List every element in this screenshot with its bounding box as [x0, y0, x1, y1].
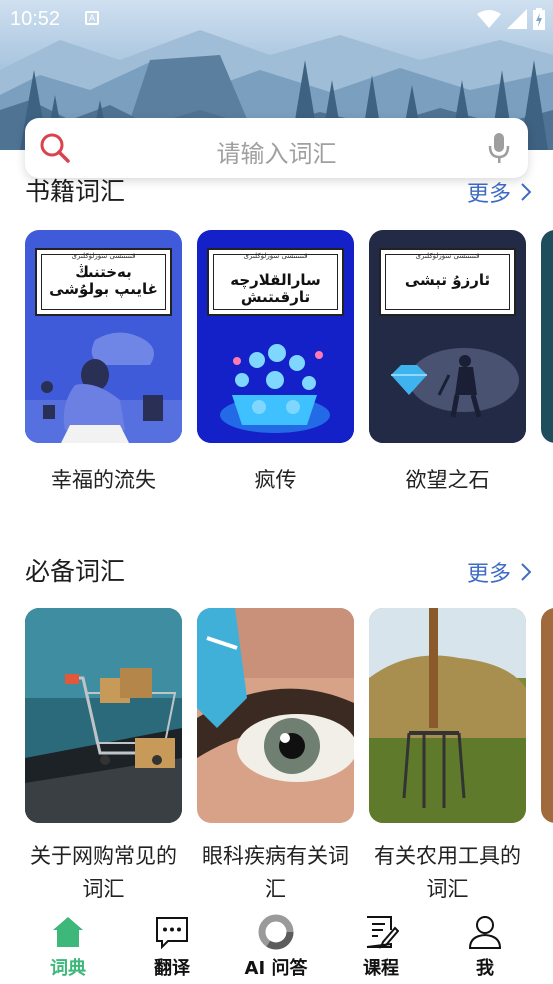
- wifi-icon: [477, 10, 501, 28]
- nav-item-me[interactable]: 我: [445, 914, 525, 980]
- more-link-books[interactable]: 更多: [467, 176, 531, 208]
- more-link-essential[interactable]: 更多: [467, 556, 531, 588]
- app-notification-icon: A: [85, 11, 99, 25]
- status-bar: 10:52 A: [0, 0, 553, 38]
- book-cover-illustration-diamond-digger: [369, 325, 526, 443]
- nav-item-dictionary[interactable]: 词典: [28, 914, 108, 980]
- chat-bubble-icon: [156, 917, 188, 950]
- nav-label: 课程: [363, 958, 399, 979]
- nav-label: AI 问答: [244, 958, 308, 979]
- book-card-3[interactable]: قىنىتىشى سۆزلۈكلىرى ئارزۇ تېشى: [369, 230, 526, 443]
- status-icons: [477, 8, 545, 30]
- vocab-label-3[interactable]: 有关农用工具的词汇: [369, 840, 526, 906]
- ai-ring-icon: [258, 914, 294, 950]
- chevron-right-icon: [521, 563, 531, 581]
- nav-item-translate[interactable]: 翻译: [132, 914, 212, 980]
- nav-label: 词典: [50, 958, 86, 979]
- book-cover-illustration-sad-person: [25, 325, 182, 443]
- shopping-cart-laptop-photo: [25, 608, 182, 823]
- battery-icon: [533, 8, 545, 30]
- book-card-2[interactable]: قىنىتىشى سۆزلۈكلىرى سارالقلارچە تارقىتىش: [197, 230, 354, 443]
- eye-drops-photo: [197, 608, 354, 823]
- search-bar[interactable]: 请输入词汇: [25, 118, 528, 178]
- section-title-essential: 必备词汇: [25, 557, 126, 586]
- book-cover-title: قىنىتىشى سۆزلۈكلىرى بەختنىڭ غايىپ بولۇشى: [35, 248, 172, 316]
- more-label: 更多: [466, 182, 511, 207]
- search-input[interactable]: 请输入词汇: [25, 134, 528, 169]
- book-cover-title: قىنىتىشى سۆزلۈكلىرى ئارزۇ تېشى: [379, 248, 516, 316]
- nav-item-courses[interactable]: 课程: [341, 914, 421, 980]
- vocab-card-farm-tools[interactable]: [369, 608, 526, 823]
- book-cover-illustration-network: [197, 325, 354, 443]
- vocab-card-4-partial[interactable]: [541, 608, 553, 823]
- book-card-4-partial[interactable]: [541, 230, 553, 443]
- book-label-2[interactable]: 疯传: [197, 464, 354, 494]
- book-cover-title: قىنىتىشى سۆزلۈكلىرى سارالقلارچە تارقىتىش: [207, 248, 344, 316]
- signal-icon: [507, 9, 527, 29]
- bottom-nav: 词典 翻译 AI 问答 课程 我: [0, 906, 553, 984]
- vocab-card-eye-disease[interactable]: [197, 608, 354, 823]
- status-time: 10:52: [10, 8, 61, 30]
- chevron-right-icon: [521, 183, 531, 201]
- book-label-3[interactable]: 欲望之石: [369, 464, 526, 494]
- nav-item-ai-qa[interactable]: AI 问答: [236, 914, 316, 980]
- nav-label: 我: [476, 958, 494, 979]
- person-icon: [468, 916, 502, 949]
- vocab-label-2[interactable]: 眼科疾病有关词汇: [197, 840, 354, 906]
- document-edit-icon: [366, 916, 399, 949]
- pitchfork-hay-photo: [369, 608, 526, 823]
- nav-label: 翻译: [154, 958, 190, 979]
- book-card-1[interactable]: قىنىتىشى سۆزلۈكلىرى بەختنىڭ غايىپ بولۇشى: [25, 230, 182, 443]
- book-label-1[interactable]: 幸福的流失: [25, 464, 182, 494]
- vocab-card-online-shopping[interactable]: [25, 608, 182, 823]
- more-label: 更多: [466, 562, 511, 587]
- microphone-icon[interactable]: [488, 132, 510, 164]
- vocab-label-1[interactable]: 关于网购常见的词汇: [25, 840, 182, 906]
- home-icon: [53, 917, 83, 947]
